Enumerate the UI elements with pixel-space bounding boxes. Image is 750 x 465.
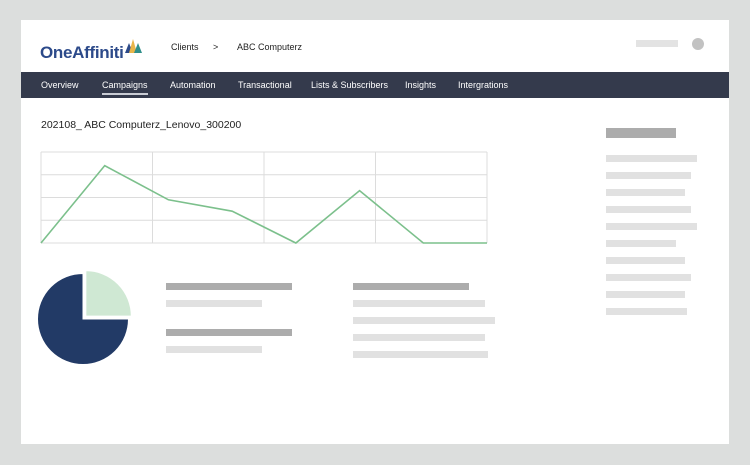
chart-grid xyxy=(40,151,488,244)
sidebar-placeholder-line xyxy=(606,240,676,247)
sidebar-placeholder-line xyxy=(606,189,685,196)
breadcrumb-clients[interactable]: Clients xyxy=(171,42,199,52)
line-chart xyxy=(40,151,488,244)
pie-chart xyxy=(37,270,132,365)
logo-text: OneAffiniti xyxy=(40,43,124,62)
placeholder-line xyxy=(353,317,495,324)
placeholder-line xyxy=(353,351,488,358)
placeholder-line xyxy=(353,334,485,341)
placeholder-line xyxy=(353,300,485,307)
sidebar-placeholder-line xyxy=(606,172,691,179)
sidebar-placeholder-line xyxy=(606,257,685,264)
pie-slice xyxy=(85,270,132,317)
app-window: OneAffiniti Clients > ABC Computerz Over… xyxy=(21,20,729,444)
oneaffiniti-logo[interactable]: OneAffiniti xyxy=(40,37,150,69)
nav-transactional[interactable]: Transactional xyxy=(238,72,292,98)
placeholder-line xyxy=(166,346,262,353)
nav-campaigns[interactable]: Campaigns xyxy=(102,72,148,98)
logo-mark-icon xyxy=(125,39,142,53)
sidebar-placeholder-line xyxy=(606,223,697,230)
breadcrumb-client-name[interactable]: ABC Computerz xyxy=(237,42,302,52)
sidebar-placeholder-line xyxy=(606,206,691,213)
nav-integrations[interactable]: Intergrations xyxy=(458,72,508,98)
page-title: 202108_ ABC Computerz_Lenovo_300200 xyxy=(41,119,242,131)
nav-overview[interactable]: Overview xyxy=(41,72,79,98)
placeholder-heading xyxy=(166,283,292,290)
sidebar-placeholder-line xyxy=(606,291,685,298)
placeholder-heading xyxy=(166,329,292,336)
sidebar-placeholder-line xyxy=(606,274,691,281)
main-nav: Overview Campaigns Automation Transactio… xyxy=(21,72,729,98)
sidebar-placeholder-heading xyxy=(606,128,676,138)
placeholder-line xyxy=(166,300,262,307)
sidebar-placeholder-line xyxy=(606,155,697,162)
avatar[interactable] xyxy=(692,38,704,50)
placeholder-heading xyxy=(353,283,469,290)
nav-automation[interactable]: Automation xyxy=(170,72,216,98)
top-bar: OneAffiniti Clients > ABC Computerz xyxy=(21,20,729,72)
nav-lists-subscribers[interactable]: Lists & Subscribers xyxy=(311,72,388,98)
nav-insights[interactable]: Insights xyxy=(405,72,436,98)
sidebar-placeholder-line xyxy=(606,308,687,315)
breadcrumb-separator: > xyxy=(213,42,219,52)
top-placeholder-bar xyxy=(636,40,678,47)
